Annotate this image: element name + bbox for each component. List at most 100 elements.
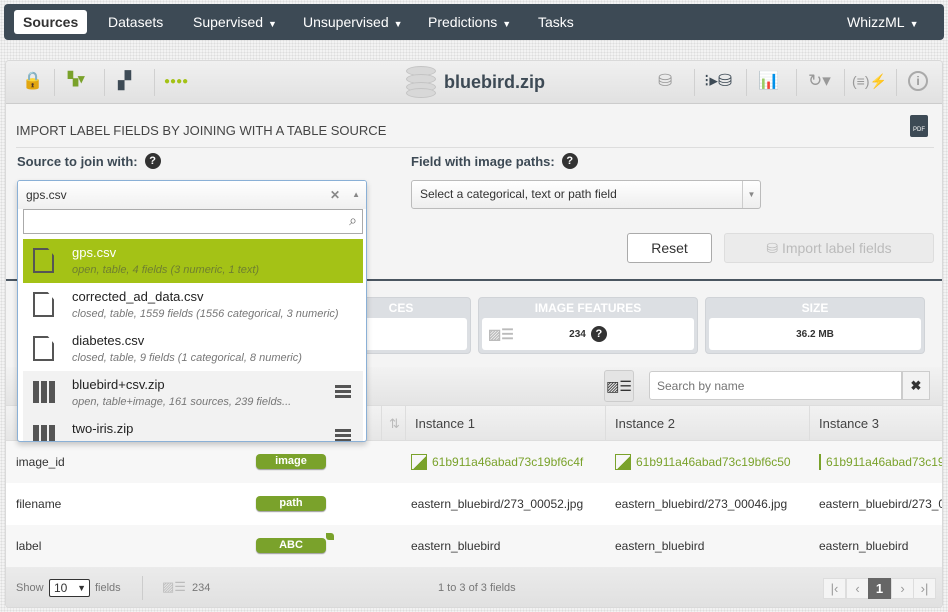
section-title: IMPORT LABEL FIELDS BY JOINING WITH A TA… bbox=[16, 123, 387, 138]
cell-value: 61b911a46abad73c19bf6c51 bbox=[826, 455, 943, 469]
dropdown-option[interactable]: corrected_ad_data.csv closed, table, 1559… bbox=[23, 283, 363, 327]
per-page-select[interactable]: 10 ▼ bbox=[49, 579, 90, 597]
image-link[interactable]: 61b911a46abad73c19bf6c51 bbox=[819, 441, 943, 483]
clear-search-button[interactable]: ✖ bbox=[902, 371, 930, 400]
stat-label: SIZE bbox=[801, 301, 829, 315]
cell-value: eastern_bluebird/273_00047.jpg bbox=[819, 497, 943, 511]
first-page-button[interactable]: |‹ bbox=[823, 578, 846, 599]
sort-icon[interactable]: ⇅ bbox=[381, 406, 405, 442]
one-click-dataset-icon[interactable]: ⁝▸⛁ bbox=[704, 71, 732, 91]
stat-value: 36.2 MB bbox=[796, 328, 834, 340]
chevron-up-icon: ▲ bbox=[352, 190, 360, 199]
image-icon bbox=[411, 454, 427, 470]
option-name: two-iris.zip bbox=[72, 421, 134, 436]
database-icon bbox=[406, 66, 436, 98]
option-desc: open, table, 4 fields (3 numeric, 1 text… bbox=[72, 264, 260, 276]
next-page-button[interactable]: › bbox=[891, 578, 914, 599]
nav-predictions[interactable]: Predictions ▼ bbox=[419, 10, 520, 34]
dropdown-option[interactable]: bluebird+csv.zip open, table+image, 161 s… bbox=[23, 371, 363, 415]
automation-icon[interactable]: ↻▾ bbox=[808, 71, 831, 91]
source-title: bluebird.zip bbox=[406, 66, 545, 98]
source-join-dropdown: gps.csv ✕ ▲ ⌕ gps.csv open, table, 4 fields… bbox=[17, 180, 367, 442]
configure-dataset-icon[interactable]: ⛁ bbox=[658, 71, 672, 91]
help-icon[interactable]: ? bbox=[144, 153, 161, 169]
column-header[interactable]: Instance 2 bbox=[605, 406, 809, 442]
current-page[interactable]: 1 bbox=[868, 578, 891, 599]
search-input[interactable] bbox=[649, 371, 902, 400]
file-icon bbox=[33, 248, 54, 273]
cell-value: eastern_bluebird bbox=[411, 539, 501, 553]
source-name: bluebird.zip bbox=[444, 71, 545, 92]
help-icon[interactable]: ? bbox=[590, 326, 607, 342]
table-row: image_id image 61b911a46abad73c19bf6c4f … bbox=[6, 441, 942, 483]
image-path-field-select[interactable]: Select a categorical, text or path field… bbox=[411, 180, 761, 209]
show-label: Show bbox=[16, 582, 44, 594]
image-link[interactable]: 61b911a46abad73c19bf6c50 bbox=[615, 441, 810, 483]
user-menu[interactable]: WhizzML ▼ bbox=[838, 10, 927, 34]
caret-down-icon: ▼ bbox=[502, 19, 512, 29]
stat-value: 234 bbox=[569, 328, 586, 340]
option-name: diabetes.csv bbox=[72, 333, 145, 348]
top-nav: Sources Datasets Supervised ▼ Unsupervise… bbox=[4, 4, 944, 40]
dropdown-option[interactable]: diabetes.csv closed, table, 9 fields (1 c… bbox=[23, 327, 363, 371]
dropdown-search-input[interactable]: ⌕ bbox=[23, 209, 363, 234]
stat-size: SIZE 36.2 MB bbox=[705, 297, 925, 354]
list-icon[interactable] bbox=[335, 385, 351, 398]
database-icon: ⛁ bbox=[766, 240, 782, 256]
label-text: Source to join with: bbox=[17, 153, 138, 169]
source-label: Source to join with:? bbox=[17, 153, 161, 169]
nav-label: Supervised bbox=[193, 14, 264, 30]
field-name: filename bbox=[16, 497, 62, 511]
image-features-toggle[interactable]: ▨☰ bbox=[604, 370, 634, 402]
nav-sources[interactable]: Sources bbox=[14, 10, 88, 34]
source-select[interactable]: gps.csv ✕ ▲ bbox=[18, 181, 366, 209]
button-label: Import label fields bbox=[781, 240, 892, 256]
stat-image-features: IMAGE FEATURES ▨☰ 234? bbox=[478, 297, 698, 354]
composite-icon[interactable]: ▞ bbox=[118, 71, 131, 91]
image-link[interactable]: 61b911a46abad73c19bf6c4f bbox=[411, 441, 606, 483]
chevron-down-icon: ▼ bbox=[77, 583, 86, 593]
prev-page-button[interactable]: ‹ bbox=[846, 578, 869, 599]
option-desc: open, table+image, 161 sources, 239 fiel… bbox=[72, 396, 292, 408]
table-row: label ABC eastern_bluebird eastern_blueb… bbox=[6, 525, 942, 567]
nav-tasks[interactable]: Tasks bbox=[529, 10, 583, 34]
column-header[interactable]: Instance 1 bbox=[405, 406, 605, 442]
file-icon bbox=[33, 336, 54, 361]
pdf-icon[interactable]: PDF bbox=[910, 115, 928, 137]
option-name: gps.csv bbox=[72, 245, 117, 260]
info-icon[interactable]: i bbox=[908, 71, 928, 91]
help-icon[interactable]: ? bbox=[561, 153, 578, 169]
model-icon[interactable]: 📊 bbox=[758, 71, 779, 91]
option-desc: closed, table, 9 fields (1 categorical, … bbox=[72, 352, 302, 364]
field-name: image_id bbox=[16, 455, 65, 469]
import-label-fields-button[interactable]: ⛁ Import label fields bbox=[724, 233, 934, 263]
cell-value: 61b911a46abad73c19bf6c4f bbox=[432, 455, 584, 469]
formula-icon[interactable]: (≡)⚡ bbox=[852, 73, 887, 90]
reset-button[interactable]: Reset bbox=[627, 233, 712, 263]
option-name: corrected_ad_data.csv bbox=[72, 289, 204, 304]
type-badge: ABC bbox=[256, 538, 326, 553]
last-page-button[interactable]: ›| bbox=[913, 578, 936, 599]
nav-supervised[interactable]: Supervised ▼ bbox=[184, 10, 286, 34]
lock-icon[interactable]: 🔒 bbox=[22, 71, 43, 91]
nav-datasets[interactable]: Datasets bbox=[99, 10, 172, 34]
table-row: filename path eastern_bluebird/273_00052… bbox=[6, 483, 942, 525]
nav-label: Predictions bbox=[428, 14, 498, 30]
column-header[interactable]: Instance 3 bbox=[809, 406, 942, 442]
composite-source-icon bbox=[33, 381, 55, 403]
field-name: label bbox=[16, 539, 42, 553]
chevron-down-icon: ▼ bbox=[742, 181, 760, 208]
dropdown-option[interactable]: two-iris.zip bbox=[23, 415, 363, 441]
select-placeholder: Select a categorical, text or path field bbox=[420, 187, 617, 201]
field-types-icon[interactable]: ▚▾ bbox=[68, 71, 85, 87]
dropdown-option[interactable]: gps.csv open, table, 4 fields (3 numeric,… bbox=[23, 239, 363, 283]
label-text: Field with image paths: bbox=[411, 153, 555, 169]
image-features-icon: ▨☰ bbox=[488, 325, 514, 342]
search-icon: ⌕ bbox=[349, 212, 357, 228]
nav-unsupervised[interactable]: Unsupervised ▼ bbox=[294, 10, 412, 34]
clear-icon[interactable]: ✕ bbox=[330, 181, 340, 209]
cell-value: eastern_bluebird/273_00052.jpg bbox=[411, 497, 584, 511]
caret-down-icon: ▼ bbox=[268, 19, 277, 29]
fields-label: fields bbox=[95, 582, 121, 594]
list-icon[interactable] bbox=[335, 429, 351, 441]
